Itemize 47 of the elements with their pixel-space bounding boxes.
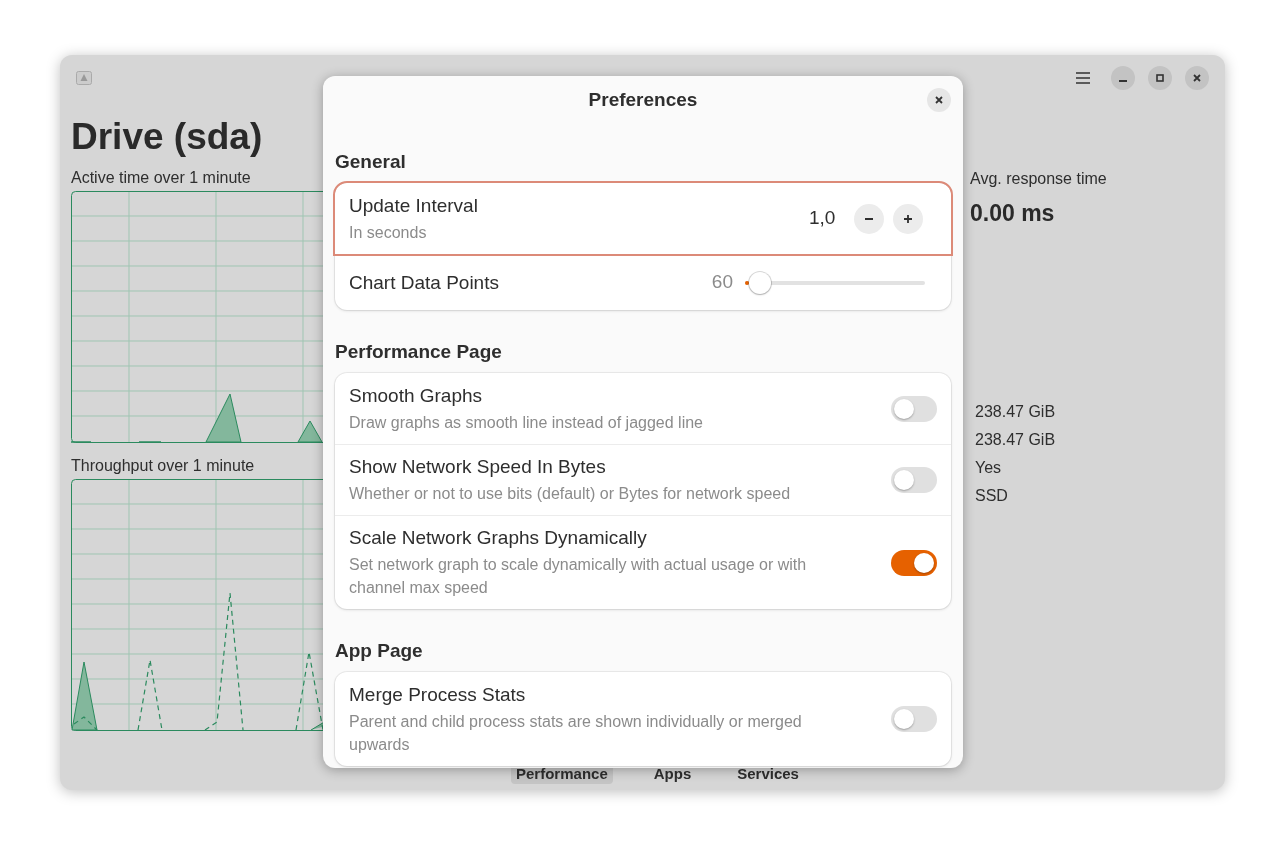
close-icon — [1192, 73, 1202, 83]
tab[interactable]: Services — [732, 764, 804, 784]
close-button[interactable] — [1185, 66, 1209, 90]
page-title: Drive (sda) — [71, 118, 264, 155]
increment-button[interactable] — [893, 203, 923, 234]
chart-title: Throughput over 1 minute — [71, 458, 255, 474]
spin-value-field[interactable]: 1,0 — [809, 204, 845, 233]
slider-handle[interactable] — [748, 271, 771, 294]
plus-icon — [902, 212, 914, 225]
detail-value: 238.47 GiB — [975, 429, 1057, 450]
row-title: Chart Data Points — [349, 270, 500, 295]
maximize-icon — [1155, 73, 1165, 83]
minimize-icon — [1119, 80, 1127, 82]
toggle-switch[interactable] — [891, 467, 937, 493]
row-subtitle: Parent and child process stats are shown individually or merged upwards — [349, 711, 803, 755]
row-title: Scale Network Graphs Dynamically — [349, 526, 648, 550]
maximize-button[interactable] — [1148, 66, 1172, 90]
stat-label: Avg. response time — [970, 169, 1108, 189]
toggle-switch[interactable] — [891, 549, 937, 576]
row-subtitle: Whether or not to use bits (default) or Bytes for network speed — [349, 484, 792, 504]
section-heading: App Page — [335, 641, 424, 660]
close-button[interactable] — [927, 88, 951, 112]
row-title: Merge Process Stats — [349, 682, 527, 707]
chart-title: Active time over 1 minute — [71, 170, 251, 186]
minimize-button[interactable] — [1111, 66, 1135, 90]
drive-warning-icon — [76, 71, 92, 85]
stat-value: 0.00 ms — [970, 199, 1056, 228]
slider[interactable] — [745, 270, 925, 295]
dialog-title: Preferences — [588, 87, 698, 112]
tab[interactable]: Apps — [648, 764, 697, 784]
menu-icon[interactable] — [1075, 71, 1091, 85]
section-heading: Performance Page — [335, 342, 503, 361]
row-title: Update Interval — [349, 193, 479, 218]
toggle-switch[interactable] — [891, 706, 937, 732]
close-icon — [934, 95, 944, 105]
settings-row[interactable]: Update Interval In seconds 1,0 — [335, 183, 951, 254]
detail-value: 238.47 GiB — [975, 401, 1057, 422]
row-subtitle: Draw graphs as smooth line instead of jagged line — [349, 412, 704, 433]
row-subtitle: In seconds — [349, 222, 428, 243]
row-subtitle: Set network graph to scale dynamically with actual usage or with channel max speed — [349, 555, 808, 598]
row-title: Smooth Graphs — [349, 383, 484, 408]
row-title: Show Network Speed In Bytes — [349, 455, 607, 479]
slider-value: 60 — [711, 270, 733, 295]
section-heading: General — [335, 152, 407, 171]
toggle-switch[interactable] — [891, 395, 937, 422]
detail-value: SSD — [975, 485, 1009, 506]
detail-value: Yes — [975, 457, 1003, 478]
